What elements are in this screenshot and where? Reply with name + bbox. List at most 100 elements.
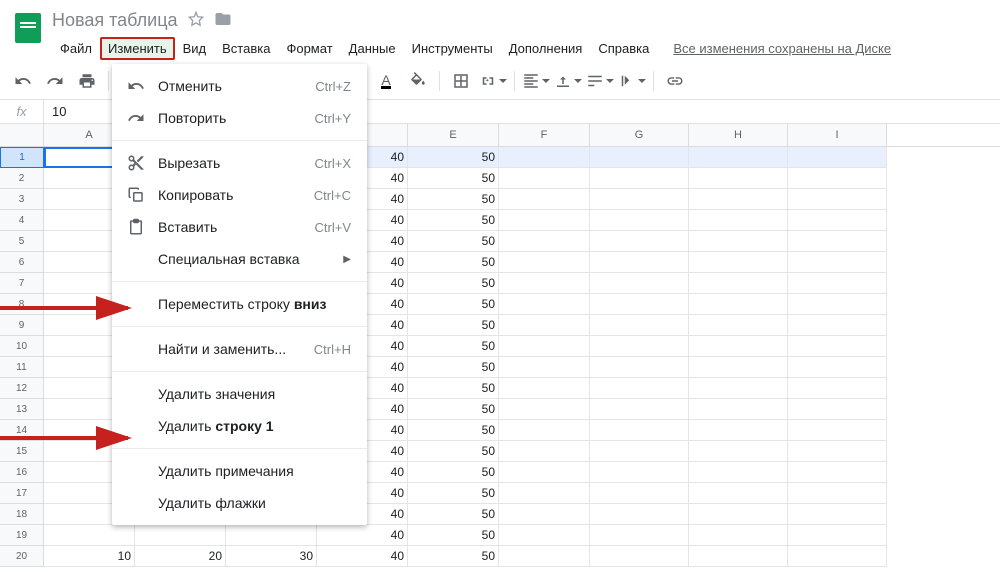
cell[interactable] — [226, 525, 317, 546]
cell[interactable] — [590, 546, 689, 567]
cell[interactable] — [499, 420, 590, 441]
cell[interactable] — [499, 168, 590, 189]
cell[interactable]: 50 — [408, 210, 499, 231]
cell[interactable]: 50 — [408, 441, 499, 462]
cell[interactable] — [689, 294, 788, 315]
menu-addons[interactable]: Дополнения — [501, 37, 591, 60]
col-header[interactable]: G — [590, 124, 689, 146]
cell[interactable]: 50 — [408, 378, 499, 399]
cell[interactable] — [499, 525, 590, 546]
cell[interactable] — [689, 168, 788, 189]
cell[interactable] — [499, 189, 590, 210]
col-header[interactable]: I — [788, 124, 887, 146]
cell[interactable] — [590, 483, 689, 504]
row-header[interactable]: 4 — [0, 210, 44, 231]
rotate-button[interactable] — [617, 68, 647, 94]
menu-clear-notes[interactable]: Удалить примечания — [112, 455, 367, 487]
cell[interactable] — [788, 357, 887, 378]
cell[interactable] — [689, 504, 788, 525]
cell[interactable] — [689, 315, 788, 336]
col-header[interactable]: H — [689, 124, 788, 146]
cell[interactable]: 50 — [408, 168, 499, 189]
cell[interactable]: 50 — [408, 336, 499, 357]
row-header[interactable]: 6 — [0, 252, 44, 273]
cell[interactable] — [590, 294, 689, 315]
cell[interactable] — [499, 210, 590, 231]
cell[interactable]: 50 — [408, 147, 499, 168]
cell[interactable]: 50 — [408, 483, 499, 504]
cell[interactable] — [135, 525, 226, 546]
cell[interactable] — [689, 462, 788, 483]
row-header[interactable]: 10 — [0, 336, 44, 357]
cell[interactable] — [689, 483, 788, 504]
cell[interactable] — [499, 504, 590, 525]
col-header[interactable]: E — [408, 124, 499, 146]
cell[interactable] — [788, 483, 887, 504]
menu-data[interactable]: Данные — [341, 37, 404, 60]
halign-button[interactable] — [521, 68, 551, 94]
cell[interactable] — [689, 252, 788, 273]
menu-paste[interactable]: Вставить Ctrl+V — [112, 211, 367, 243]
cell[interactable] — [788, 294, 887, 315]
cell[interactable] — [499, 231, 590, 252]
cell[interactable] — [590, 210, 689, 231]
cell[interactable] — [788, 210, 887, 231]
cell[interactable] — [788, 147, 887, 168]
cell[interactable] — [689, 147, 788, 168]
menu-move-row[interactable]: Переместить строку вниз — [112, 288, 367, 320]
cell[interactable] — [788, 378, 887, 399]
cell[interactable] — [590, 357, 689, 378]
menu-clear-values[interactable]: Удалить значения — [112, 378, 367, 410]
cell[interactable]: 10 — [44, 546, 135, 567]
cell[interactable] — [44, 525, 135, 546]
cell[interactable] — [788, 252, 887, 273]
cell[interactable]: 50 — [408, 357, 499, 378]
borders-button[interactable] — [446, 68, 476, 94]
cell[interactable] — [590, 189, 689, 210]
fill-color-button[interactable] — [403, 68, 433, 94]
cell[interactable]: 50 — [408, 399, 499, 420]
row-header[interactable]: 11 — [0, 357, 44, 378]
cell[interactable] — [788, 168, 887, 189]
cell[interactable] — [788, 420, 887, 441]
cell[interactable] — [499, 357, 590, 378]
cell[interactable] — [590, 504, 689, 525]
menu-tools[interactable]: Инструменты — [404, 37, 501, 60]
row-header[interactable]: 12 — [0, 378, 44, 399]
cell[interactable] — [788, 525, 887, 546]
cell[interactable] — [689, 378, 788, 399]
cell[interactable] — [788, 462, 887, 483]
cell[interactable]: 40 — [317, 546, 408, 567]
cell[interactable] — [689, 273, 788, 294]
text-color-button[interactable]: A — [371, 68, 401, 94]
cell[interactable] — [689, 231, 788, 252]
cell[interactable]: 50 — [408, 525, 499, 546]
cell[interactable] — [788, 273, 887, 294]
menu-help[interactable]: Справка — [590, 37, 657, 60]
menu-redo[interactable]: Повторить Ctrl+Y — [112, 102, 367, 134]
cell[interactable] — [689, 420, 788, 441]
menu-clear-checkboxes[interactable]: Удалить флажки — [112, 487, 367, 519]
cell[interactable] — [499, 315, 590, 336]
cell[interactable] — [788, 546, 887, 567]
row-header[interactable]: 7 — [0, 273, 44, 294]
cell[interactable]: 50 — [408, 504, 499, 525]
menu-undo[interactable]: Отменить Ctrl+Z — [112, 70, 367, 102]
cell[interactable] — [499, 273, 590, 294]
cell[interactable] — [689, 546, 788, 567]
cell[interactable] — [499, 483, 590, 504]
cell[interactable] — [590, 420, 689, 441]
merge-button[interactable] — [478, 68, 508, 94]
cell[interactable] — [788, 315, 887, 336]
cell[interactable] — [689, 441, 788, 462]
cell[interactable] — [590, 399, 689, 420]
row-header[interactable]: 2 — [0, 168, 44, 189]
row-header[interactable]: 8 — [0, 294, 44, 315]
menu-copy[interactable]: Копировать Ctrl+C — [112, 179, 367, 211]
cell[interactable] — [590, 273, 689, 294]
cell[interactable] — [590, 252, 689, 273]
menu-paste-special[interactable]: Специальная вставка ▶ — [112, 243, 367, 275]
cell[interactable] — [689, 399, 788, 420]
cell[interactable] — [590, 315, 689, 336]
menu-view[interactable]: Вид — [175, 37, 215, 60]
